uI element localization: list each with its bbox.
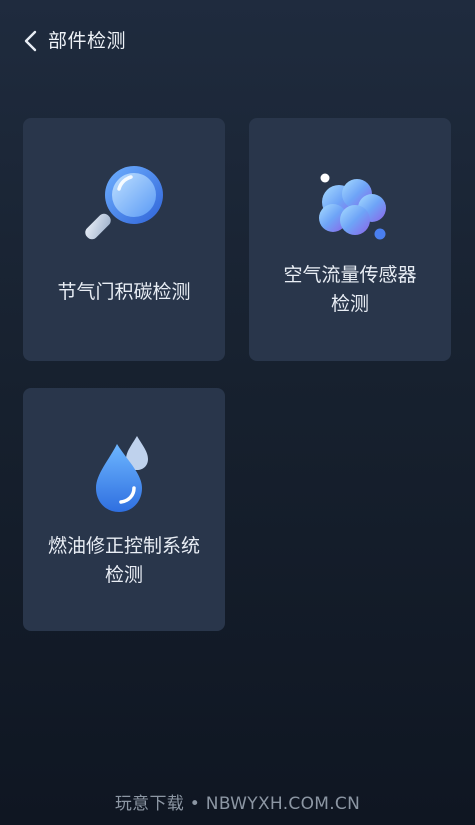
back-button[interactable]: 部件检测 [22,26,142,56]
card-label: 节气门积碳检测 [57,281,191,303]
cloud-icon [319,173,386,240]
throttle-carbon-test-card[interactable]: 节气门积碳检测 [23,118,225,361]
card-label: 燃油修正控制系统 检测 [47,535,200,586]
magnifier-icon [85,166,163,240]
watermark: 玩意下载 • NBWYXH.COM.CN [114,794,361,814]
icon-container [249,168,451,248]
fuel-drop-icon [96,436,148,512]
icon-container [23,432,225,518]
fuel-trim-test-card[interactable]: 燃油修正控制系统 检测 [23,388,225,631]
airflow-sensor-test-card[interactable]: 空气流量传感器 检测 [249,118,451,361]
page-title: 部件检测 [48,29,127,52]
card-label: 空气流量传感器 检测 [283,264,417,315]
icon-container [23,162,225,252]
header: 部件检测 [0,0,475,82]
chevron-left-icon [22,29,40,53]
